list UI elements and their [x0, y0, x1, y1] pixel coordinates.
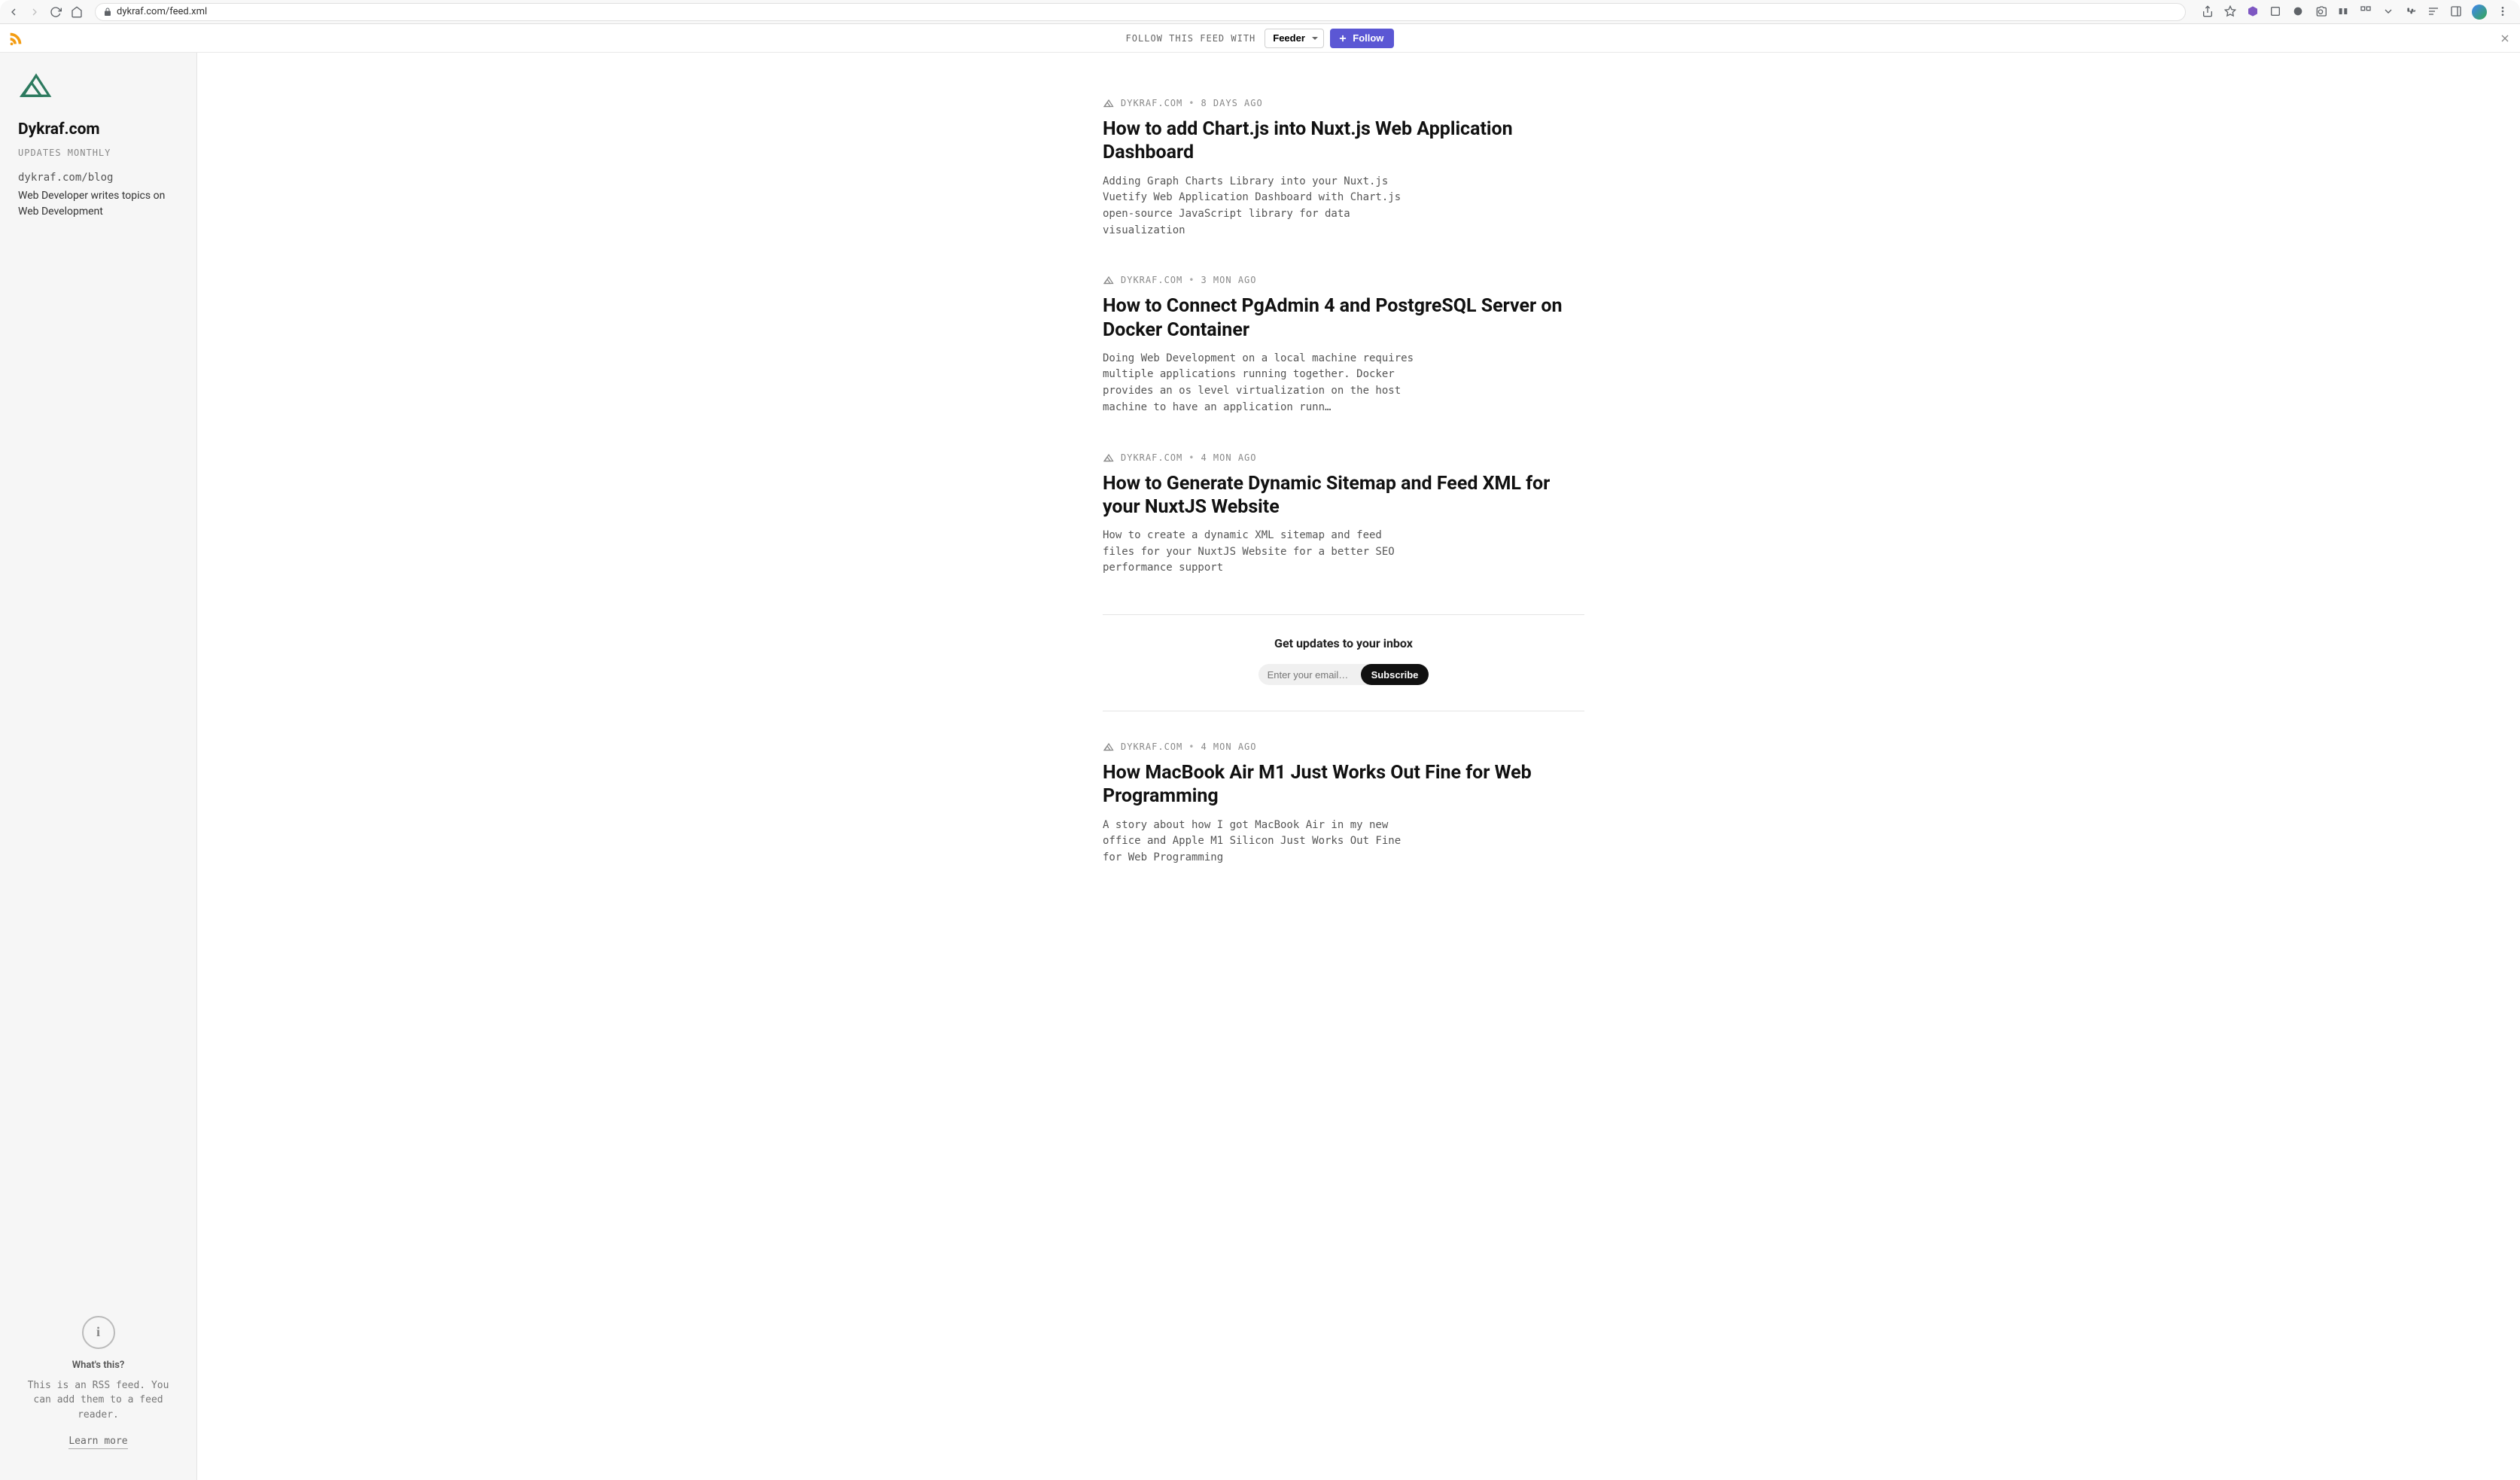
subscribe-title: Get updates to your inbox — [1103, 636, 1584, 650]
url-text: dykraf.com/feed.xml — [117, 6, 207, 17]
home-icon[interactable] — [69, 5, 84, 20]
plus-icon — [1338, 33, 1348, 44]
article-item: DYKRAF.COM • 4 MON AGO How to Generate Dyna… — [1103, 452, 1584, 577]
extension-icon-2[interactable] — [2269, 5, 2282, 18]
back-icon[interactable] — [6, 5, 21, 20]
article-excerpt: Adding Graph Charts Library into your Nu… — [1103, 174, 1419, 239]
learn-more-link[interactable]: Learn more — [68, 1436, 127, 1449]
article-time-ago: 4 MON AGO — [1201, 452, 1256, 463]
lock-icon — [103, 8, 112, 17]
article-excerpt: Doing Web Development on a local machine… — [1103, 351, 1419, 416]
forward-icon[interactable] — [27, 5, 42, 20]
article-item: DYKRAF.COM • 3 MON AGO How to Connect PgAdm… — [1103, 275, 1584, 416]
article-time-ago: 8 DAYS AGO — [1201, 98, 1262, 108]
feed-reader-select[interactable]: Feeder — [1265, 29, 1324, 48]
bullet-separator: • — [1188, 98, 1195, 108]
bookmark-star-icon[interactable] — [2223, 5, 2237, 18]
info-heading: What's this? — [18, 1360, 178, 1371]
extension-icon-4[interactable] — [2336, 5, 2350, 18]
article-source: DYKRAF.COM — [1121, 98, 1182, 108]
follow-button-label: Follow — [1353, 32, 1383, 44]
site-title: Dykraf.com — [18, 120, 178, 139]
article-title[interactable]: How to add Chart.js into Nuxt.js Web App… — [1103, 117, 1584, 165]
article-time-ago: 3 MON AGO — [1201, 275, 1256, 285]
article-meta: DYKRAF.COM • 8 DAYS AGO — [1103, 98, 1584, 108]
panel-icon[interactable] — [2449, 5, 2463, 18]
site-link[interactable]: dykraf.com/blog — [18, 172, 178, 184]
url-bar[interactable]: dykraf.com/feed.xml — [95, 3, 2186, 21]
puzzle-icon[interactable] — [2404, 5, 2418, 18]
reload-icon[interactable] — [48, 5, 63, 20]
article-meta: DYKRAF.COM • 4 MON AGO — [1103, 742, 1584, 752]
follow-label: FOLLOW THIS FEED WITH — [1126, 33, 1256, 44]
article-meta: DYKRAF.COM • 4 MON AGO — [1103, 452, 1584, 463]
main-layout: Dykraf.com UPDATES MONTHLY dykraf.com/bl… — [0, 53, 2520, 1480]
avatar[interactable] — [2472, 5, 2487, 20]
close-icon[interactable] — [2499, 32, 2511, 44]
extension-icon-5[interactable] — [2359, 5, 2372, 18]
article-title[interactable]: How to Generate Dynamic Sitemap and Feed… — [1103, 472, 1584, 519]
article-source: DYKRAF.COM — [1121, 452, 1182, 463]
article-item: DYKRAF.COM • 4 MON AGO How MacBook Air M1 J… — [1103, 742, 1584, 866]
info-box: i What's this? This is an RSS feed. You … — [18, 1301, 178, 1463]
share-icon[interactable] — [2201, 5, 2214, 18]
playlist-icon[interactable] — [2427, 5, 2440, 18]
update-frequency: UPDATES MONTHLY — [18, 148, 178, 158]
follow-bar: FOLLOW THIS FEED WITH Feeder Follow — [0, 24, 2520, 53]
article-excerpt: How to create a dynamic XML sitemap and … — [1103, 528, 1419, 577]
subscribe-section: Get updates to your inbox Subscribe — [1103, 614, 1584, 711]
article-title[interactable]: How MacBook Air M1 Just Works Out Fine f… — [1103, 761, 1584, 809]
article-source: DYKRAF.COM — [1121, 742, 1182, 752]
sidebar: Dykraf.com UPDATES MONTHLY dykraf.com/bl… — [0, 53, 197, 1480]
chrome-actions — [2196, 5, 2514, 20]
info-icon: i — [82, 1316, 115, 1349]
bullet-separator: • — [1188, 742, 1195, 752]
chevron-down-icon[interactable] — [2382, 5, 2395, 18]
follow-button[interactable]: Follow — [1330, 29, 1394, 48]
bullet-separator: • — [1188, 275, 1195, 285]
bullet-separator: • — [1188, 452, 1195, 463]
info-text: This is an RSS feed. You can add them to… — [18, 1378, 178, 1423]
camera-icon[interactable] — [2314, 5, 2327, 18]
content-area: DYKRAF.COM • 8 DAYS AGO How to add Chart.js… — [197, 53, 2520, 1480]
browser-toolbar: dykraf.com/feed.xml — [0, 0, 2520, 24]
article-source: DYKRAF.COM — [1121, 275, 1182, 285]
email-input[interactable] — [1258, 664, 1371, 685]
site-description: Web Developer writes topics on Web Devel… — [18, 188, 178, 220]
kebab-menu-icon[interactable] — [2496, 5, 2509, 18]
article-time-ago: 4 MON AGO — [1201, 742, 1256, 752]
extension-icon[interactable] — [2246, 5, 2260, 18]
subscribe-button[interactable]: Subscribe — [1361, 664, 1429, 685]
extension-icon-3[interactable] — [2291, 5, 2305, 18]
subscribe-form: Subscribe — [1103, 664, 1584, 685]
article-excerpt: A story about how I got MacBook Air in m… — [1103, 818, 1419, 866]
article-title[interactable]: How to Connect PgAdmin 4 and PostgreSQL … — [1103, 294, 1584, 342]
article-meta: DYKRAF.COM • 3 MON AGO — [1103, 275, 1584, 285]
rss-icon — [8, 30, 24, 47]
site-logo — [18, 71, 54, 99]
article-item: DYKRAF.COM • 8 DAYS AGO How to add Chart.js… — [1103, 98, 1584, 239]
